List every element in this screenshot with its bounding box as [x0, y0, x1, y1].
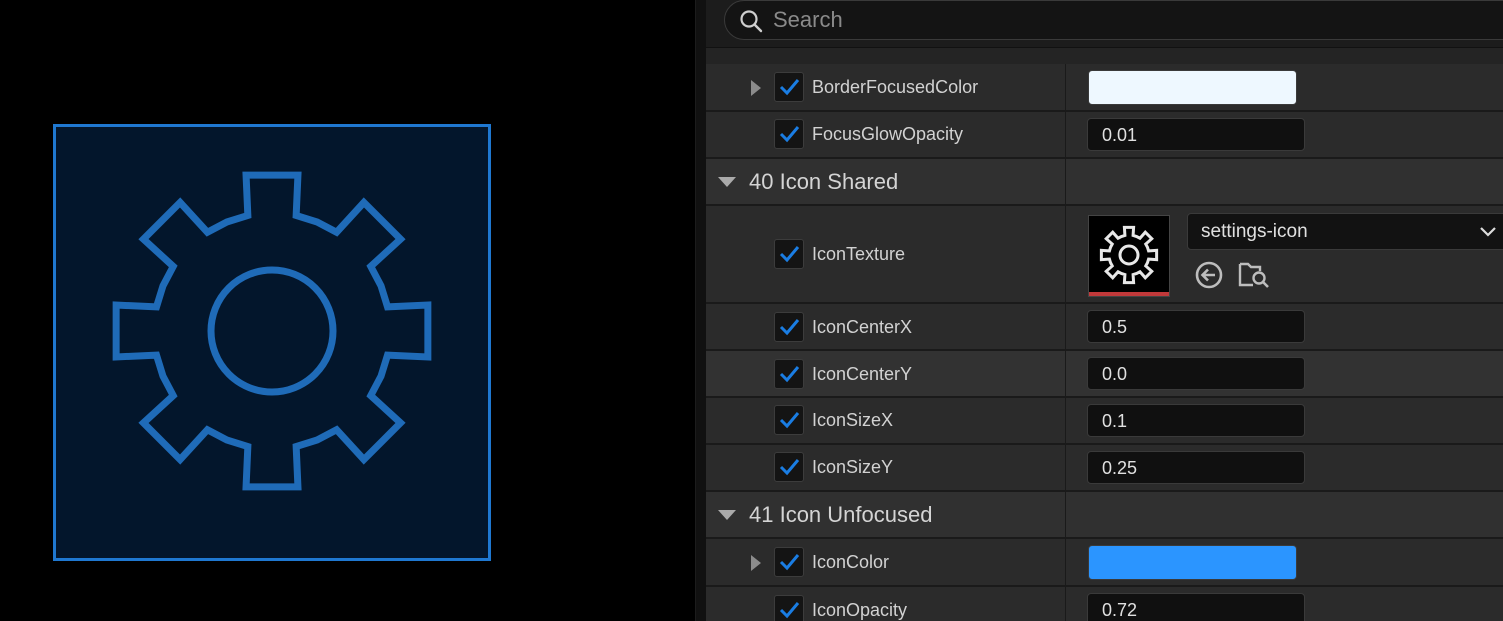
- texture-thumbnail[interactable]: [1088, 215, 1170, 297]
- property-label: FocusGlowOpacity: [812, 124, 964, 144]
- checkmark-icon: [779, 319, 800, 336]
- checkmark-icon: [779, 459, 800, 476]
- icon-preview-widget: [53, 124, 491, 561]
- collapse-arrow-icon[interactable]: [718, 177, 736, 187]
- checkmark-icon: [779, 366, 800, 383]
- expand-arrow-icon[interactable]: [751, 555, 761, 571]
- override-checkbox[interactable]: [774, 359, 804, 389]
- chevron-down-icon: [1480, 227, 1496, 237]
- category-label: 40 Icon Shared: [749, 169, 899, 194]
- override-checkbox[interactable]: [774, 595, 804, 621]
- settings-icon: [1099, 225, 1159, 285]
- property-row-icon-center-y: IconCenterY 0.0: [706, 351, 1503, 398]
- override-checkbox[interactable]: [774, 452, 804, 482]
- search-input[interactable]: [773, 6, 1473, 34]
- property-row-icon-size-x: IconSizeX 0.1: [706, 398, 1503, 445]
- override-checkbox[interactable]: [774, 547, 804, 577]
- search-field[interactable]: [724, 0, 1503, 40]
- texture-type-bar: [1089, 292, 1169, 296]
- checkmark-icon: [779, 412, 800, 429]
- override-checkbox[interactable]: [774, 312, 804, 342]
- checkmark-icon: [779, 602, 800, 619]
- override-checkbox[interactable]: [774, 119, 804, 149]
- property-label: IconCenterY: [812, 364, 913, 384]
- override-checkbox[interactable]: [774, 239, 804, 269]
- number-input[interactable]: 0.01: [1087, 118, 1305, 151]
- property-row-icon-center-x: IconCenterX 0.5: [706, 304, 1503, 351]
- panel-splitter[interactable]: [695, 0, 706, 621]
- checkmark-icon: [779, 79, 800, 96]
- number-input[interactable]: 0.25: [1087, 451, 1305, 484]
- property-row-icon-opacity: IconOpacity 0.72: [706, 587, 1503, 621]
- browse-asset-icon[interactable]: [1238, 258, 1270, 290]
- category-header-41[interactable]: 41 Icon Unfocused: [706, 492, 1503, 539]
- gear-hub: [207, 266, 337, 396]
- asset-name: settings-icon: [1201, 221, 1308, 242]
- category-label: 41 Icon Unfocused: [749, 502, 933, 527]
- details-panel: BorderFocusedColor FocusGlowOpacity 0.01…: [706, 0, 1503, 621]
- settings-icon: [112, 171, 432, 491]
- number-input[interactable]: 0.1: [1087, 404, 1305, 437]
- color-swatch[interactable]: [1088, 70, 1297, 105]
- checkmark-icon: [779, 554, 800, 571]
- search-icon: [739, 9, 763, 38]
- search-bar: [706, 0, 1503, 48]
- use-selected-asset-icon[interactable]: [1194, 260, 1224, 290]
- property-label: IconColor: [812, 552, 890, 572]
- preview-viewport: [0, 0, 695, 621]
- color-swatch[interactable]: [1088, 545, 1297, 580]
- property-label: IconSizeX: [812, 410, 894, 430]
- collapse-arrow-icon[interactable]: [718, 510, 736, 520]
- property-row-focus-glow-opacity: FocusGlowOpacity 0.01: [706, 112, 1503, 159]
- property-label: IconCenterX: [812, 317, 913, 337]
- category-header-40[interactable]: 40 Icon Shared: [706, 159, 1503, 206]
- expand-arrow-icon[interactable]: [751, 80, 761, 96]
- number-input[interactable]: 0.72: [1087, 593, 1305, 621]
- number-input[interactable]: 0.0: [1087, 357, 1305, 390]
- override-checkbox[interactable]: [774, 72, 804, 102]
- property-label: IconOpacity: [812, 600, 908, 620]
- override-checkbox[interactable]: [774, 405, 804, 435]
- property-row-border-focused-color: BorderFocusedColor: [706, 64, 1503, 112]
- gear-outline: [112, 171, 432, 491]
- property-row-icon-size-y: IconSizeY 0.25: [706, 445, 1503, 492]
- asset-picker-combo[interactable]: settings-icon: [1187, 213, 1503, 250]
- property-label: IconSizeY: [812, 457, 894, 477]
- property-row-icon-texture: IconTexture settings-icon: [706, 206, 1503, 304]
- number-input[interactable]: 0.5: [1087, 310, 1305, 343]
- property-label: BorderFocusedColor: [812, 77, 979, 97]
- checkmark-icon: [779, 246, 800, 263]
- property-row-icon-color: IconColor: [706, 539, 1503, 587]
- checkmark-icon: [779, 126, 800, 143]
- property-label: IconTexture: [812, 244, 906, 264]
